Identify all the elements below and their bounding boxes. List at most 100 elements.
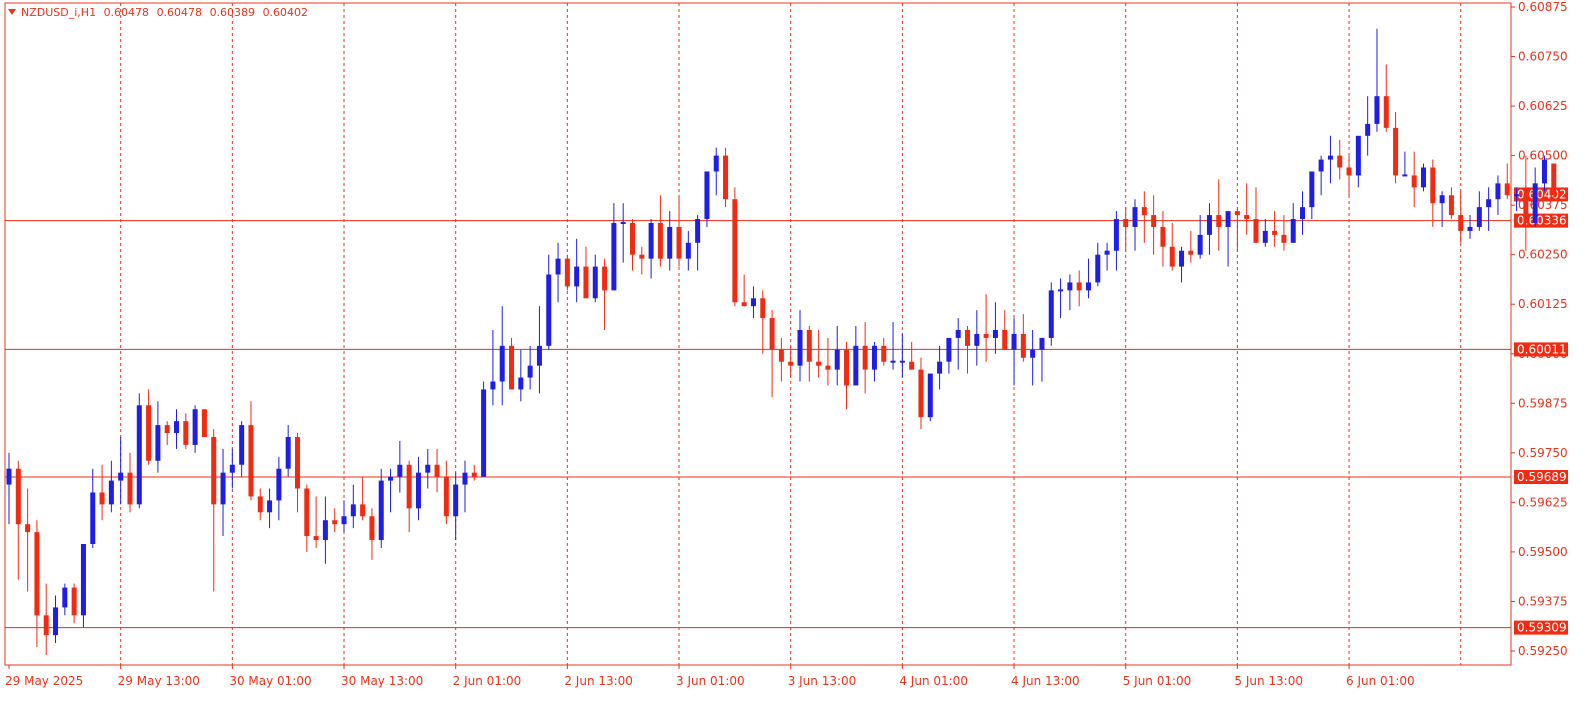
candle-body[interactable]	[341, 516, 347, 525]
candle-body[interactable]	[155, 425, 161, 461]
candle-body[interactable]	[369, 516, 375, 541]
candle-body[interactable]	[229, 464, 235, 473]
candle-body[interactable]	[1355, 135, 1361, 176]
candle-body[interactable]	[1393, 127, 1399, 176]
candle-body[interactable]	[415, 472, 421, 509]
candle-body[interactable]	[732, 199, 738, 303]
candle-body[interactable]	[750, 298, 756, 307]
candle-body[interactable]	[1495, 183, 1501, 200]
candle-body[interactable]	[574, 266, 580, 287]
candle-body[interactable]	[332, 520, 338, 525]
candle-body[interactable]	[1085, 282, 1091, 291]
candle-body[interactable]	[834, 349, 840, 370]
candle-body[interactable]	[955, 329, 961, 338]
candle-body[interactable]	[1160, 226, 1166, 247]
candle-body[interactable]	[974, 333, 980, 346]
candle-body[interactable]	[871, 345, 877, 370]
candle-body[interactable]	[685, 242, 691, 259]
candle-body[interactable]	[1216, 215, 1222, 227]
candle-body[interactable]	[453, 484, 459, 517]
candle-body[interactable]	[592, 266, 598, 299]
candle-body[interactable]	[257, 496, 263, 513]
candle-body[interactable]	[499, 345, 505, 382]
candle-body[interactable]	[192, 409, 198, 445]
candle-body[interactable]	[918, 369, 924, 418]
candle-body[interactable]	[788, 361, 794, 366]
candle-body[interactable]	[704, 171, 710, 220]
candle-body[interactable]	[1532, 183, 1538, 223]
candle-body[interactable]	[462, 472, 468, 485]
candle-body[interactable]	[350, 504, 356, 517]
candle-body[interactable]	[164, 425, 170, 434]
candle-body[interactable]	[806, 329, 812, 362]
candle-body[interactable]	[1467, 226, 1473, 231]
candle-body[interactable]	[1020, 333, 1026, 358]
candle-body[interactable]	[1439, 195, 1445, 204]
candle-body[interactable]	[620, 221, 626, 224]
candle-body[interactable]	[136, 405, 142, 505]
candle-body[interactable]	[657, 222, 663, 259]
candle-body[interactable]	[71, 587, 77, 616]
candle-body[interactable]	[564, 258, 570, 287]
candle-body[interactable]	[1113, 219, 1119, 251]
candle-body[interactable]	[1523, 195, 1529, 223]
candle-body[interactable]	[1402, 174, 1408, 177]
candle-body[interactable]	[509, 345, 515, 390]
candle-body[interactable]	[1430, 167, 1436, 204]
candle-body[interactable]	[1132, 207, 1138, 227]
candle-body[interactable]	[99, 492, 105, 505]
candle-body[interactable]	[611, 222, 617, 291]
candle-body[interactable]	[881, 345, 887, 362]
candle-body[interactable]	[1318, 159, 1324, 172]
candle-body[interactable]	[1048, 290, 1054, 338]
candle-body[interactable]	[146, 405, 152, 461]
candle-body[interactable]	[53, 607, 59, 636]
candle-body[interactable]	[1327, 155, 1333, 160]
candle-body[interactable]	[797, 329, 803, 366]
candle-body[interactable]	[174, 421, 180, 434]
candle-body[interactable]	[778, 349, 784, 362]
candle-body[interactable]	[965, 329, 971, 346]
candle-body[interactable]	[276, 468, 282, 501]
candle-body[interactable]	[1476, 207, 1482, 227]
candle-body[interactable]	[1076, 282, 1082, 291]
candle-body[interactable]	[769, 318, 775, 350]
candle-body[interactable]	[211, 436, 217, 505]
candle-body[interactable]	[862, 345, 868, 370]
candle-body[interactable]	[1309, 171, 1315, 208]
candle-body[interactable]	[629, 222, 635, 255]
candle-body[interactable]	[1290, 219, 1296, 243]
candle-body[interactable]	[43, 615, 49, 636]
candle-body[interactable]	[741, 302, 747, 307]
candle-body[interactable]	[267, 500, 273, 513]
candle-body[interactable]	[434, 464, 440, 477]
candle-body[interactable]	[1504, 183, 1510, 196]
candle-body[interactable]	[1123, 219, 1129, 227]
price-chart[interactable]: 29 May 2025 29 May 13:00 30 May 01:00 30 Ma…	[0, 0, 1586, 703]
candle-body[interactable]	[1197, 234, 1203, 255]
candle-body[interactable]	[360, 504, 366, 517]
candle-body[interactable]	[583, 266, 589, 299]
candle-body[interactable]	[825, 365, 831, 370]
candle-body[interactable]	[667, 226, 673, 259]
candle-body[interactable]	[1002, 329, 1008, 350]
candle-body[interactable]	[1272, 230, 1278, 235]
candle-body[interactable]	[602, 266, 608, 291]
candle-body[interactable]	[1458, 215, 1464, 231]
candle-body[interactable]	[1151, 215, 1157, 227]
candle-body[interactable]	[397, 464, 403, 477]
candle-body[interactable]	[378, 480, 384, 541]
candle-body[interactable]	[1206, 215, 1212, 235]
candle-body[interactable]	[15, 468, 21, 525]
candle-body[interactable]	[639, 254, 645, 259]
candle-body[interactable]	[1169, 246, 1175, 267]
candle-body[interactable]	[220, 472, 226, 505]
candle-body[interactable]	[108, 480, 114, 505]
candle-body[interactable]	[1365, 123, 1371, 136]
candle-body[interactable]	[239, 425, 245, 465]
candle-body[interactable]	[676, 226, 682, 259]
candle-body[interactable]	[546, 274, 552, 346]
candle-body[interactable]	[1234, 211, 1240, 216]
candle-body[interactable]	[853, 345, 859, 386]
candle-body[interactable]	[471, 472, 477, 477]
